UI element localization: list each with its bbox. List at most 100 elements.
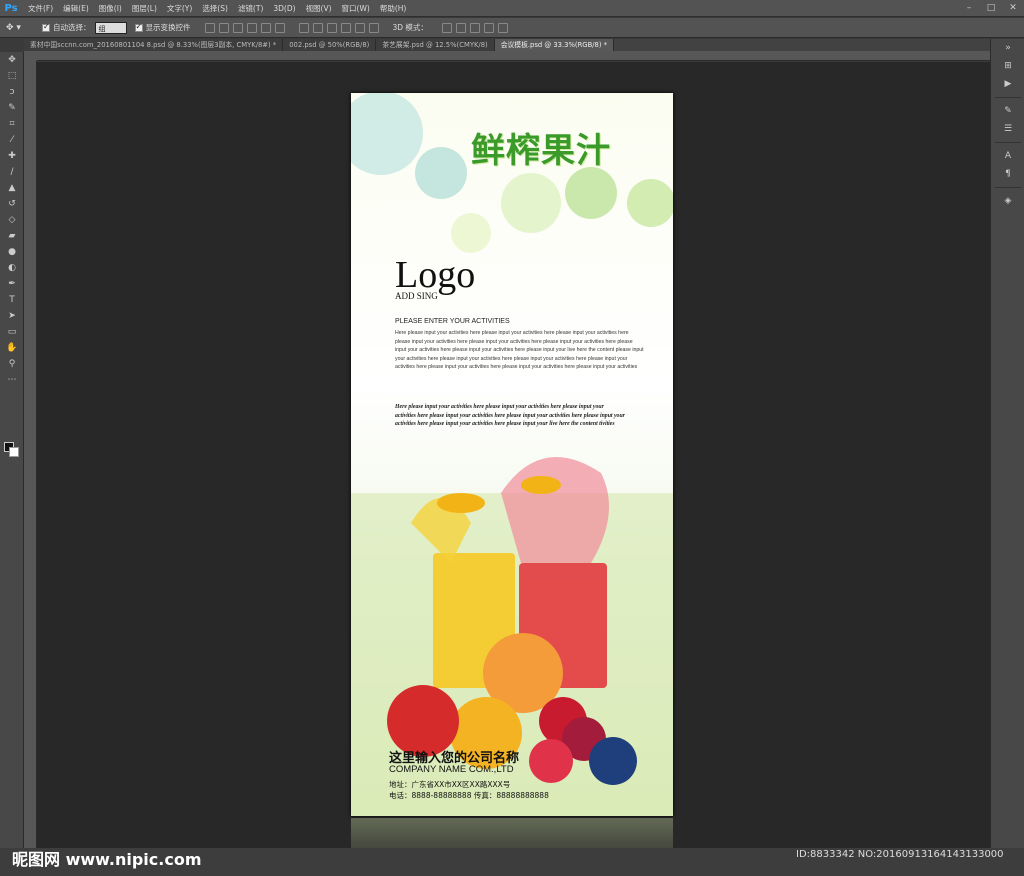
align-bottom-icon[interactable]: [232, 22, 243, 33]
distribute-right-icon[interactable]: [368, 22, 379, 33]
menu-edit[interactable]: 编辑(E): [58, 3, 94, 14]
3d-panel-icon[interactable]: ◈: [991, 192, 1024, 210]
menu-help[interactable]: 帮助(H): [375, 3, 412, 14]
brush-icon[interactable]: ∕: [0, 164, 24, 180]
distribute-icons: [298, 22, 379, 33]
shape-icon[interactable]: ▭: [0, 324, 24, 340]
roll-3d-icon[interactable]: [455, 22, 466, 33]
tab-document-3[interactable]: 茶艺展架.psd @ 12.5%(CMYK/8): [376, 39, 495, 51]
panel-separator: [995, 142, 1021, 143]
eraser-icon[interactable]: ◇: [0, 212, 24, 228]
background-color-swatch[interactable]: [9, 447, 19, 457]
dodge-icon[interactable]: ◐: [0, 260, 24, 276]
orange-slice: [521, 476, 561, 494]
move-tool-icon[interactable]: ✥ ▾: [6, 20, 34, 36]
menu-file[interactable]: 文件(F): [23, 3, 58, 14]
collapse-panels-icon[interactable]: »: [991, 39, 1024, 57]
auto-select-checkbox[interactable]: [42, 22, 50, 32]
marquee-icon[interactable]: ⬚: [0, 68, 24, 84]
menu-filter[interactable]: 滤镜(T): [233, 3, 268, 14]
path-select-icon[interactable]: ➤: [0, 308, 24, 324]
orange-slice: [437, 493, 485, 513]
drag-3d-icon[interactable]: [469, 22, 480, 33]
history-brush-icon[interactable]: ↺: [0, 196, 24, 212]
rotate-3d-icon[interactable]: [441, 22, 452, 33]
mode-3d-icons: [441, 22, 508, 33]
gradient-icon[interactable]: ▰: [0, 228, 24, 244]
poster-phone: 电话：8888-88888888 传真：88888888888: [389, 791, 549, 800]
menu-image[interactable]: 图像(I): [94, 3, 127, 14]
close-icon[interactable]: ✕: [1002, 0, 1024, 17]
poster-company-en: COMPANY NAME COM.,LTD: [389, 764, 514, 775]
ruler-vertical[interactable]: [24, 61, 37, 848]
tree-illustration: [501, 173, 561, 233]
ruler-corner: [24, 51, 37, 61]
paragraph-panel-icon[interactable]: ¶: [991, 165, 1024, 183]
zoom-icon[interactable]: ⚲: [0, 356, 24, 372]
healing-icon[interactable]: ✚: [0, 148, 24, 164]
quick-select-icon[interactable]: ✎: [0, 100, 24, 116]
distribute-top-icon[interactable]: [298, 22, 309, 33]
blueberry: [589, 737, 637, 785]
watermark-id: ID:8833342 NO:20160913164143133000: [796, 849, 1004, 860]
distribute-vcenter-icon[interactable]: [312, 22, 323, 33]
character-panel-icon[interactable]: A: [991, 147, 1024, 165]
lasso-icon[interactable]: ↄ: [0, 84, 24, 100]
hand-icon[interactable]: ✋: [0, 340, 24, 356]
align-right-icon[interactable]: [274, 22, 285, 33]
align-left-icon[interactable]: [246, 22, 257, 33]
poster-artwork: [351, 93, 673, 816]
menu-3d[interactable]: 3D(D): [268, 4, 300, 13]
slide-3d-icon[interactable]: [483, 22, 494, 33]
tree-illustration: [451, 213, 491, 253]
eyedropper-icon[interactable]: ⁄: [0, 132, 24, 148]
menu-select[interactable]: 选择(S): [197, 3, 233, 14]
distribute-bottom-icon[interactable]: [326, 22, 337, 33]
tab-document-4[interactable]: 会议模板.psd @ 33.3%(RGB/8) *: [494, 39, 615, 51]
panel-separator: [995, 97, 1021, 98]
ruler-horizontal[interactable]: [37, 51, 990, 61]
type-icon[interactable]: T: [0, 292, 24, 308]
show-transform-label: 显示变换控件: [145, 23, 191, 32]
menu-window[interactable]: 窗口(W): [337, 3, 375, 14]
auto-select-label: 自动选择：: [53, 23, 91, 32]
distribute-hcenter-icon[interactable]: [354, 22, 365, 33]
show-transform-checkbox[interactable]: [134, 22, 143, 32]
poster-document[interactable]: 鲜榨果汁 Logo ADD SING PLEASE ENTER YOUR ACT…: [351, 93, 673, 816]
history-panel-icon[interactable]: ⊞: [991, 57, 1024, 75]
actions-panel-icon[interactable]: ▶: [991, 75, 1024, 93]
tree-illustration: [351, 93, 423, 175]
menu-type[interactable]: 文字(Y): [162, 3, 197, 14]
align-top-icon[interactable]: [204, 22, 215, 33]
more-tools-icon[interactable]: ⋯: [0, 372, 24, 388]
options-bar: ✥ ▾ 自动选择： 组 显示变换控件 3D 模式：: [0, 18, 1024, 38]
tab-document-2[interactable]: 002.psd @ 50%(RGB/8): [283, 39, 377, 51]
pen-icon[interactable]: ✒: [0, 276, 24, 292]
move-icon[interactable]: ✥: [0, 52, 24, 68]
minimize-icon[interactable]: –: [958, 0, 980, 17]
right-panel-dock: » ⊞ ▶ ✎ ☰ A ¶ ◈: [990, 39, 1024, 848]
watermark-nipic: 昵图网 www.nipic.com: [12, 850, 202, 869]
menu-view[interactable]: 视图(V): [301, 3, 337, 14]
adjustments-panel-icon[interactable]: ☰: [991, 120, 1024, 138]
panel-separator: [995, 187, 1021, 188]
align-hcenter-icon[interactable]: [260, 22, 271, 33]
document-tabs: 素材中国sccnn.com_20160801104 8.psd @ 8.33%(…: [24, 39, 990, 51]
tree-illustration: [415, 147, 467, 199]
blur-icon[interactable]: ●: [0, 244, 24, 260]
crop-icon[interactable]: ⌗: [0, 116, 24, 132]
tab-document-1[interactable]: 素材中国sccnn.com_20160801104 8.psd @ 8.33%(…: [24, 39, 284, 51]
menu-bar: Ps 文件(F) 编辑(E) 图像(I) 图层(L) 文字(Y) 选择(S) 滤…: [0, 0, 1024, 17]
ps-logo: Ps: [4, 2, 18, 14]
poster-address: 地址：广东省XX市XX区XX路XXX号: [389, 780, 511, 789]
menu-layer[interactable]: 图层(L): [127, 3, 162, 14]
align-icons: [204, 22, 285, 33]
align-vcenter-icon[interactable]: [218, 22, 229, 33]
brush-panel-icon[interactable]: ✎: [991, 102, 1024, 120]
scale-3d-icon[interactable]: [497, 22, 508, 33]
auto-select-dropdown[interactable]: 组: [94, 21, 127, 34]
juice-splash: [501, 457, 609, 563]
stamp-icon[interactable]: ▲: [0, 180, 24, 196]
maximize-icon[interactable]: □: [980, 0, 1002, 17]
distribute-left-icon[interactable]: [340, 22, 351, 33]
